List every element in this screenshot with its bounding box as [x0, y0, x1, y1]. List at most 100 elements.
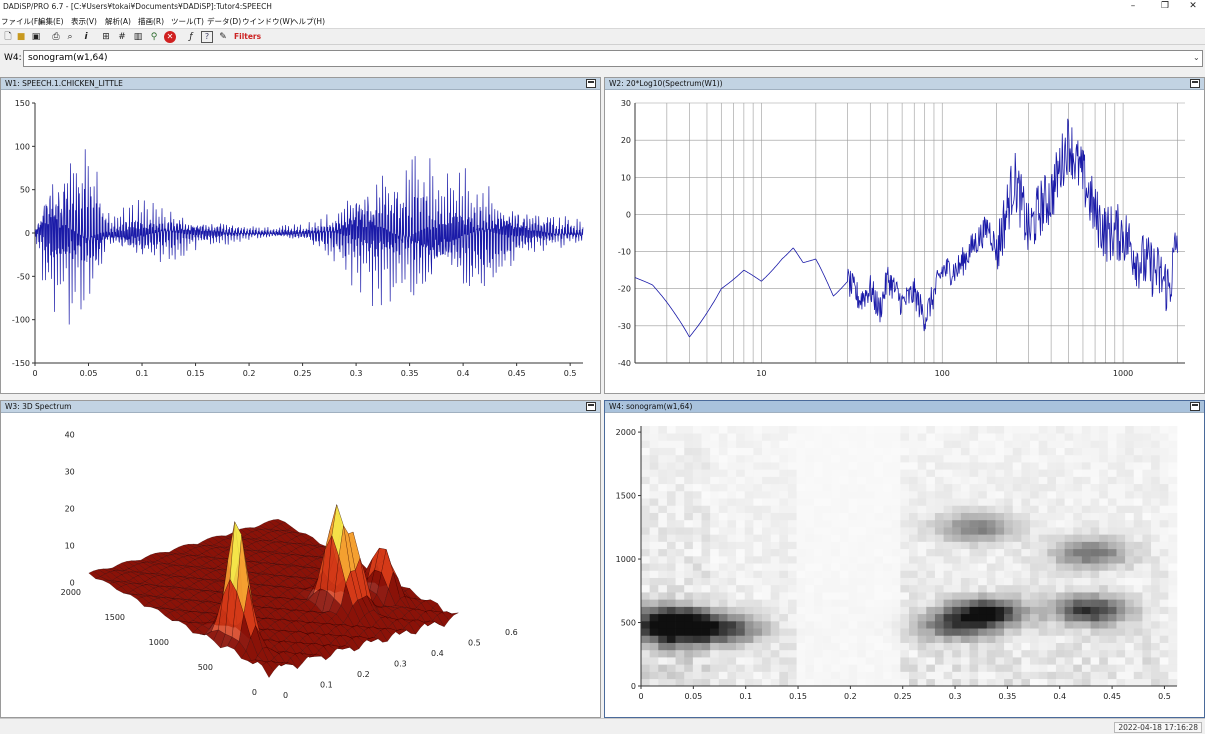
sonogram-cell [1064, 556, 1074, 564]
panel-w1[interactable]: W1: SPEECH.1.CHICKEN_LITTLE -150 -100 -50 0… [0, 77, 601, 394]
sonogram-cell [1004, 556, 1014, 564]
chart-bar-icon[interactable]: ▥ [132, 31, 144, 43]
edit-icon[interactable]: ✎ [217, 31, 229, 43]
sonogram-cell [1073, 469, 1083, 477]
sonogram-chart[interactable]: 05001000150020000 0.05 0.1 0.15 0.2 0.25 0.3 0.… [605, 414, 1204, 717]
sonogram-cell [909, 664, 918, 672]
menu-edit[interactable]: 編集(E) [38, 16, 64, 27]
maximize-button[interactable]: ❐ [1150, 0, 1180, 14]
sonogram-cell [952, 628, 962, 636]
panel-w1-header[interactable]: W1: SPEECH.1.CHICKEN_LITTLE [1, 78, 600, 90]
sonogram-cell [666, 584, 676, 593]
panel-w1-maximize-icon[interactable] [586, 79, 596, 88]
sonogram-cell [727, 462, 737, 470]
sonogram-cell [727, 635, 737, 643]
spectrum-chart[interactable]: -40-30-20-10010203010 100 1000 [605, 91, 1204, 393]
panel-w2[interactable]: W2: 20*Log10(Spectrum(W1)) -40 -30 -20 -10 0… [604, 77, 1205, 394]
sonogram-cell [675, 657, 685, 665]
sonogram-cell [710, 657, 720, 665]
x-tick-label: 0 [283, 691, 288, 700]
sonogram-cell [1038, 621, 1048, 629]
sonogram-cell [1133, 671, 1143, 680]
sonogram-cell [641, 447, 650, 456]
sonogram-cell [831, 577, 841, 586]
close-button[interactable]: ✕ [1178, 0, 1205, 14]
sonogram-cell [943, 498, 953, 506]
print-preview-icon[interactable]: ⌕ [64, 31, 76, 43]
sonogram-cell [934, 657, 944, 665]
sonogram-cell [857, 563, 867, 571]
sonogram-cell [641, 454, 650, 463]
sonogram-cell [857, 534, 867, 542]
panel-w2-header[interactable]: W2: 20*Log10(Spectrum(W1)) [605, 78, 1204, 90]
sonogram-cell [718, 584, 728, 593]
sonogram-cell [787, 512, 797, 521]
minimize-button[interactable]: – [1118, 0, 1148, 14]
sonogram-cell [641, 584, 650, 593]
menu-draw[interactable]: 描画(R) [138, 16, 164, 27]
zoom-icon[interactable]: ⚲ [148, 31, 160, 43]
sonogram-cell [1038, 483, 1048, 492]
surface-3d-chart[interactable]: 01020304050050010001500200000.10.20.30.4… [1, 414, 600, 717]
menu-analysis[interactable]: 解析(A) [105, 16, 131, 27]
sonogram-cell [857, 527, 867, 535]
sonogram-cell [1047, 505, 1057, 513]
sonogram-cell [1012, 584, 1022, 593]
grid-icon[interactable]: # [116, 31, 128, 43]
sonogram-cell [1107, 433, 1117, 441]
chart-line-icon[interactable]: ⊞ [100, 31, 112, 43]
panel-w3[interactable]: W3: 3D Spectrum 010203040500500100015002… [0, 400, 601, 718]
sonogram-cell [909, 577, 918, 586]
panel-w3-header[interactable]: W3: 3D Spectrum [1, 401, 600, 413]
sonogram-cell [865, 635, 875, 643]
function-icon[interactable]: ƒ [185, 31, 197, 43]
help-icon[interactable]: ? [201, 31, 213, 43]
panel-w4-maximize-icon[interactable] [1190, 402, 1200, 411]
panel-w4[interactable]: W4: sonogram(w1,64) 0 500 1000 1500 2000 0 0.0… [604, 400, 1205, 718]
sonogram-cell [675, 433, 685, 441]
sonogram-cell [874, 469, 884, 477]
sonogram-cell [1151, 440, 1161, 448]
formula-dropdown-icon[interactable]: ⌄ [1193, 53, 1200, 62]
sonogram-cell [658, 476, 668, 485]
menu-tools[interactable]: ツール(T) [171, 16, 204, 27]
new-file-icon[interactable]: 🗋 [2, 31, 14, 43]
sonogram-cell [1107, 454, 1117, 463]
panel-w3-maximize-icon[interactable] [586, 402, 596, 411]
print-icon[interactable]: ⎙ [50, 31, 62, 43]
panel-w4-header[interactable]: W4: sonogram(w1,64) [605, 401, 1204, 413]
y-tick-label: -50 [17, 272, 30, 281]
sonogram-cell [1081, 462, 1091, 470]
sonogram-cell [692, 476, 702, 485]
info-icon[interactable]: i [80, 31, 92, 43]
sonogram-cell [1159, 469, 1169, 477]
sonogram-cell [909, 469, 918, 477]
menu-view[interactable]: 表示(V) [71, 16, 97, 27]
menu-window[interactable]: ウインドウ(W) [242, 16, 293, 27]
stop-icon[interactable]: ✕ [164, 31, 176, 43]
sonogram-cell [960, 476, 970, 485]
save-icon[interactable]: ▣ [30, 31, 42, 43]
sonogram-cell [969, 606, 979, 615]
menu-help[interactable]: ヘルプ(H) [291, 16, 325, 27]
sonogram-cell [839, 606, 849, 615]
sonogram-cell [1125, 657, 1135, 665]
waveform-chart[interactable]: -150-100-500501001500 0.05 0.1 0.15 0.2 0.25 0… [1, 91, 600, 393]
sonogram-cell [909, 440, 918, 448]
sonogram-cell [762, 563, 771, 571]
sonogram-cell [649, 628, 659, 636]
menu-data[interactable]: データ(D) [207, 16, 241, 27]
sonogram-cell [1004, 476, 1014, 485]
sonogram-cell [934, 556, 944, 564]
sonogram-cell [995, 447, 1005, 456]
sonogram-cell [1133, 642, 1143, 651]
menu-file[interactable]: ファイル(F) [1, 16, 41, 27]
sonogram-cell [909, 527, 918, 535]
sonogram-cell [692, 483, 702, 492]
panel-w2-maximize-icon[interactable] [1190, 79, 1200, 88]
filters-button[interactable]: Filters [234, 32, 261, 41]
sonogram-cell [1064, 664, 1074, 672]
sonogram-cell [684, 671, 694, 680]
formula-input[interactable]: sonogram(w1,64) [23, 50, 1203, 67]
open-folder-icon[interactable]: ■ [15, 31, 27, 43]
